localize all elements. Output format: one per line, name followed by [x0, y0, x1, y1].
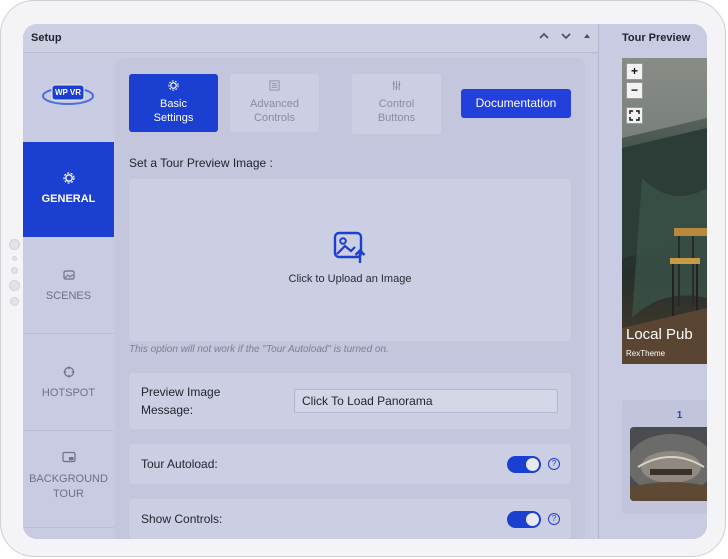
autoload-note: This option will not work if the "Tour A…	[129, 344, 389, 355]
gear-icon	[23, 172, 114, 187]
setup-header-icons	[538, 31, 592, 44]
crosshair-icon	[23, 366, 114, 381]
picture-in-picture-icon	[23, 451, 114, 466]
sliders-icon	[352, 80, 441, 95]
caret-up-icon[interactable]	[582, 31, 592, 44]
help-icon[interactable]: ?	[548, 513, 560, 525]
device-side-buttons	[9, 239, 20, 312]
fullscreen-icon[interactable]	[626, 107, 643, 124]
show-controls-label: Show Controls:	[141, 512, 223, 526]
tour-autoload-toggle[interactable]	[507, 456, 541, 473]
list-icon	[230, 80, 319, 95]
wpvr-logo: WP VR	[41, 81, 95, 107]
upload-image-text: Click to Upload an Image	[288, 273, 412, 285]
show-controls-row: Show Controls: ?	[129, 499, 571, 539]
scene-subtitle: RexTheme	[626, 349, 666, 358]
zoom-in-button[interactable]: +	[626, 63, 643, 80]
tour-autoload-label: Tour Autoload:	[141, 457, 218, 471]
setup-sidebar: WP VR GENERAL SCENES HOTSPOT BACKGROUND …	[23, 53, 114, 539]
sidebar-item-hotspot[interactable]: HOTSPOT	[23, 334, 114, 431]
tab-label: Basic Settings	[153, 98, 194, 124]
scene-number: 1	[676, 410, 683, 421]
preview-image-label: Set a Tour Preview Image :	[129, 156, 273, 170]
tab-label: Advanced Controls	[250, 98, 299, 124]
panorama-image	[622, 58, 707, 364]
preview-title: Tour Preview	[622, 32, 691, 44]
gear-icon	[129, 80, 218, 95]
sidebar-item-scenes[interactable]: SCENES	[23, 237, 114, 334]
chevron-up-icon[interactable]	[538, 31, 550, 44]
preview-message-row: Preview Image Message:	[129, 373, 571, 429]
general-settings-content: Basic Settings Advanced Controls Control…	[115, 58, 585, 539]
help-icon[interactable]: ?	[548, 458, 560, 470]
preview-message-label: Preview Image Message:	[141, 385, 221, 417]
setup-header: Setup	[23, 24, 598, 53]
panorama-viewer[interactable]: + − Local Pub RexTheme	[622, 58, 707, 364]
tour-autoload-row: Tour Autoload: ?	[129, 444, 571, 484]
tab-advanced-controls[interactable]: Advanced Controls	[230, 74, 319, 132]
scene-title: Local Pub	[626, 326, 693, 343]
upload-image-dropzone[interactable]: Click to Upload an Image	[129, 179, 571, 341]
sidebar-item-label: BACKGROUND TOUR	[29, 473, 108, 500]
sidebar-item-background-tour[interactable]: BACKGROUND TOUR	[23, 431, 114, 528]
zoom-out-button[interactable]: −	[626, 82, 643, 99]
scene-thumbnail-image	[630, 427, 707, 501]
sidebar-item-label: GENERAL	[41, 193, 96, 205]
tab-label: Control Buttons	[377, 98, 416, 124]
tablet-frame: Setup WP VR GENERAL SCENES HOTSPOT BACKG…	[0, 0, 726, 557]
scene-thumbnail-card[interactable]: 1	[622, 400, 707, 514]
logo-text: WP VR	[54, 88, 82, 97]
sidebar-item-general[interactable]: GENERAL	[23, 142, 114, 237]
setup-panel: Setup WP VR GENERAL SCENES HOTSPOT BACKG…	[23, 24, 599, 539]
tab-control-buttons[interactable]: Control Buttons	[352, 74, 441, 134]
screen: Setup WP VR GENERAL SCENES HOTSPOT BACKG…	[23, 24, 707, 539]
tab-basic-settings[interactable]: Basic Settings	[129, 74, 218, 132]
preview-message-input[interactable]	[294, 389, 558, 413]
tour-preview-panel: Tour Preview + − Local Pub RexTheme 1	[612, 24, 707, 539]
show-controls-toggle[interactable]	[507, 511, 541, 528]
setup-title: Setup	[31, 32, 62, 44]
upload-image-icon	[332, 229, 368, 265]
sidebar-item-label: SCENES	[45, 290, 92, 302]
chevron-down-icon[interactable]	[560, 31, 572, 44]
scene-thumbnail[interactable]	[630, 427, 707, 501]
sidebar-item-label: HOTSPOT	[41, 387, 96, 399]
documentation-button[interactable]: Documentation	[461, 89, 571, 118]
image-icon	[23, 269, 114, 284]
